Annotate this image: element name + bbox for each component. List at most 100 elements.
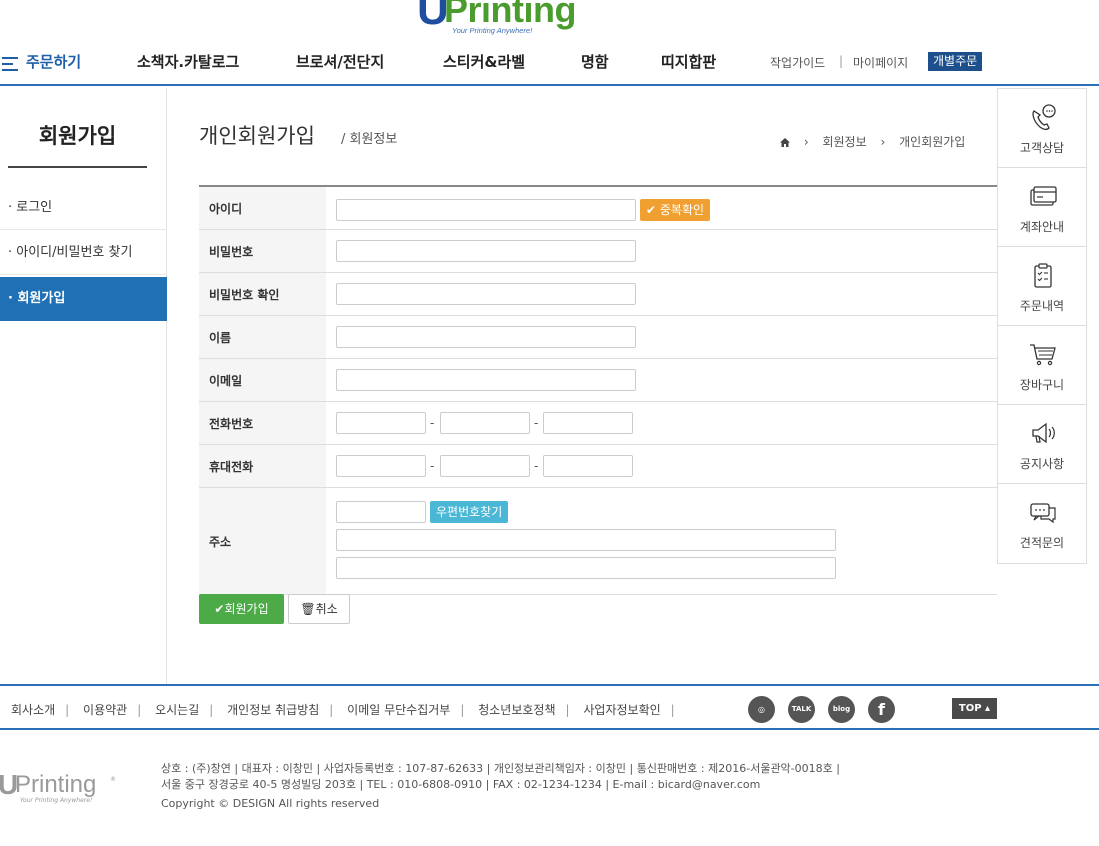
form-row-phone: 전화번호 - - [199, 402, 997, 445]
footer-links: 회사소개 | 이용약관 | 오시는길 | 개인정보 취급방침 | 이메일 무단수집거부 |… [11, 703, 675, 717]
phone-dash: - [534, 416, 539, 430]
footer-info-line1: 상호 : (주)창연 | 대표자 : 이창민 | 사업자등록번호 : 107-8… [161, 762, 840, 775]
talk-icon[interactable]: TALK [788, 696, 815, 723]
quick-label: 견적문의 [1019, 536, 1065, 550]
duplicate-check-button[interactable]: ✔ 중복확인 [640, 199, 711, 221]
nav-item-catalog[interactable]: 소책자.카탈로그 [137, 51, 239, 72]
footer-divider-top [0, 684, 1099, 686]
breadcrumb-sep: › [803, 135, 809, 149]
form-row-mobile: 휴대전화 - - [199, 445, 997, 488]
nav-item-band[interactable]: 띠지합판 [661, 51, 716, 72]
quick-menu: 고객상담 계좌안내 주문내역 장바구니 공지사항 견적문의 [997, 88, 1087, 564]
breadcrumb: › 회원정보 › 개인회원가입 [780, 133, 975, 150]
instagram-icon[interactable]: ◎ [748, 696, 775, 723]
breadcrumb-member-info[interactable]: 회원정보 [822, 135, 866, 149]
sidebar-item-find-account[interactable]: · 아이디/비밀번호 찾기 [0, 231, 167, 275]
address-input-1[interactable] [336, 529, 836, 551]
site-logo[interactable]: U Printing ® Your Printing Anywhere! [412, 0, 587, 36]
nav-item-sticker[interactable]: 스티커&라벨 [443, 51, 525, 72]
quick-cart[interactable]: 장바구니 [998, 326, 1086, 405]
nav-custom-order-button[interactable]: 개별주문 [928, 52, 983, 71]
card-icon [1030, 186, 1057, 206]
breadcrumb-sep: › [880, 135, 886, 149]
mobile-dash: - [534, 459, 539, 473]
quick-label: 공지사항 [1019, 457, 1065, 471]
footer-company-info: 상호 : (주)창연 | 대표자 : 이창민 | 사업자등록번호 : 107-8… [161, 761, 840, 793]
nav-item-card[interactable]: 명함 [581, 51, 609, 72]
footer-link-youth-policy[interactable]: 청소년보호정책 [478, 703, 555, 717]
password-confirm-input[interactable] [336, 283, 636, 305]
sidebar: 회원가입 · 로그인 · 아이디/비밀번호 찾기 · 회원가입 [0, 88, 167, 684]
top-button[interactable]: TOP ▴ [952, 698, 997, 719]
sidebar-item-login[interactable]: · 로그인 [0, 186, 167, 230]
form-row-id: 아이디 ✔ 중복확인 [199, 187, 997, 230]
footer-divider-bottom [0, 728, 1099, 730]
quick-label: 고객상담 [1019, 141, 1065, 155]
mobile-input-3[interactable] [543, 455, 633, 477]
quick-order-history[interactable]: 주문내역 [998, 247, 1086, 326]
quick-estimate[interactable]: 견적문의 [998, 484, 1086, 563]
footer-copyright: Copyright © DESIGN All rights reserved [161, 797, 380, 810]
logo-tagline: Your Printing Anywhere! [452, 26, 533, 35]
blog-icon[interactable]: blog [828, 696, 855, 723]
form-row-password-confirm: 비밀번호 확인 [199, 273, 997, 316]
address-input-2[interactable] [336, 557, 836, 579]
cart-icon [1030, 344, 1056, 366]
nav-order[interactable]: 주문하기 [26, 51, 81, 72]
join-button[interactable]: ✔회원가입 [199, 594, 284, 624]
mobile-input-1[interactable] [336, 455, 426, 477]
sidebar-item-join[interactable]: · 회원가입 [0, 277, 167, 321]
phone-input-2[interactable] [440, 412, 530, 434]
id-input[interactable] [336, 199, 636, 221]
footer-logo: U Printing ® Your Printing Anywhere! [0, 770, 123, 810]
zipcode-search-button[interactable]: 우편번호찾기 [430, 501, 509, 523]
page-subtitle: / 회원정보 [341, 132, 398, 147]
chat-bubble-icon [1030, 503, 1056, 524]
footer-link-terms[interactable]: 이용약관 [83, 703, 127, 717]
form-row-password: 비밀번호 [199, 230, 997, 273]
join-form: 아이디 ✔ 중복확인 비밀번호 비밀번호 확인 이름 이메일 전화번호 - - … [199, 185, 997, 595]
phone-input-3[interactable] [543, 412, 633, 434]
footer-link-business-info[interactable]: 사업자정보확인 [583, 703, 660, 717]
footer-link-directions[interactable]: 오시는길 [155, 703, 199, 717]
footer-info-line2: 서울 중구 장경궁로 40-5 명성빌딩 203호 | TEL : 010-68… [161, 778, 761, 791]
quick-label: 장바구니 [1019, 378, 1065, 392]
nav-guide[interactable]: 작업가이드 [770, 54, 825, 71]
menu-icon[interactable] [2, 57, 18, 71]
footer-link-email-policy[interactable]: 이메일 무단수집거부 [347, 703, 450, 717]
mobile-dash: - [430, 459, 435, 473]
name-input[interactable] [336, 326, 636, 348]
quick-account-info[interactable]: 계좌안내 [998, 168, 1086, 247]
megaphone-icon [1032, 422, 1055, 444]
footer-logo-printing: Printing [15, 771, 97, 798]
password-input[interactable] [336, 240, 636, 262]
home-icon[interactable] [780, 135, 790, 149]
quick-label: 계좌안내 [1019, 220, 1065, 234]
id-label: 아이디 [199, 187, 326, 229]
facebook-icon[interactable]: f [868, 696, 895, 723]
clipboard-icon [1034, 263, 1052, 288]
email-input[interactable] [336, 369, 636, 391]
phone-input-1[interactable] [336, 412, 426, 434]
form-row-email: 이메일 [199, 359, 997, 402]
phone-dash: - [430, 416, 435, 430]
page-title: 개인회원가입 [199, 124, 315, 148]
email-label: 이메일 [199, 359, 326, 401]
footer-link-privacy[interactable]: 개인정보 취급방침 [227, 703, 319, 717]
nav-mypage[interactable]: 마이페이지 [853, 54, 908, 71]
nav-item-brochure[interactable]: 브로셔/전단지 [296, 51, 384, 72]
form-row-address: 주소 우편번호찾기 [199, 488, 997, 595]
password-confirm-label: 비밀번호 확인 [199, 273, 326, 315]
mobile-input-2[interactable] [440, 455, 530, 477]
zipcode-input[interactable] [336, 501, 426, 523]
quick-notice[interactable]: 공지사항 [998, 405, 1086, 484]
quick-label: 주문내역 [1019, 299, 1065, 313]
logo-reg: ® [573, 0, 580, 2]
sidebar-title: 회원가입 [8, 120, 147, 168]
footer-link-about[interactable]: 회사소개 [11, 703, 55, 717]
cancel-button[interactable]: 🗑취소 [288, 594, 350, 624]
quick-customer-service[interactable]: 고객상담 [998, 89, 1086, 168]
breadcrumb-personal-join[interactable]: 개인회원가입 [899, 135, 965, 149]
footer-logo-reg: ® [110, 776, 116, 783]
phone-label: 전화번호 [199, 402, 326, 444]
